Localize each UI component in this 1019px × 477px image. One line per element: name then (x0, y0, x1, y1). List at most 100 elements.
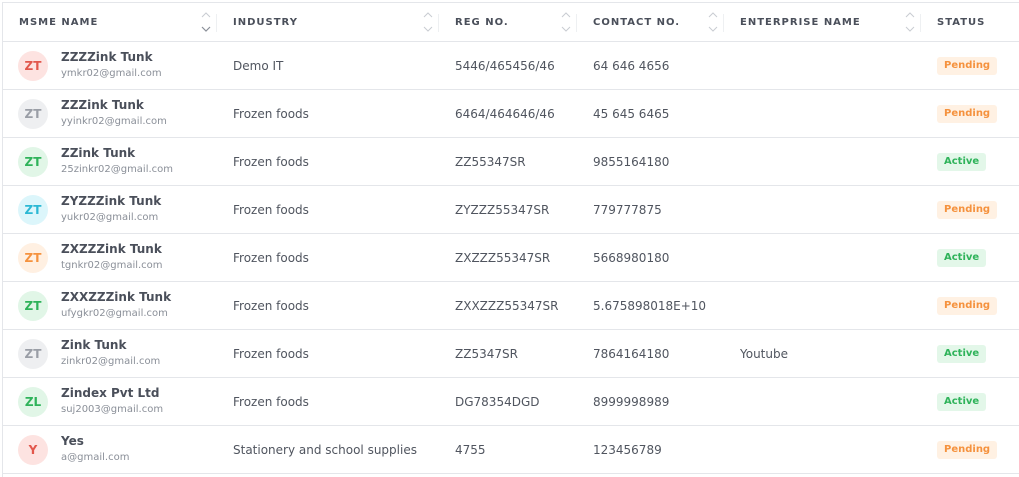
msme-email: yyinkr02@gmail.com (61, 116, 167, 127)
avatar: ZT (18, 194, 48, 225)
msme-name-cell: ZT ZZZZink Tunk ymkr02@gmail.com (3, 41, 217, 90)
column-header-label: REG NO. (455, 16, 509, 28)
sort-icon[interactable] (201, 8, 211, 36)
sort-descending-icon[interactable] (561, 26, 571, 32)
msme-name: ZZink Tunk (61, 146, 136, 160)
status-badge: Active (937, 152, 987, 171)
msme-email: tgnkr02@gmail.com (61, 260, 163, 271)
sort-descending-icon[interactable] (201, 26, 211, 32)
column-header-reg[interactable]: REG NO. (439, 3, 577, 42)
msme-name-text: ZXXZZZink Tunk ufygkr02@gmail.com (61, 290, 171, 321)
msme-name-wrap: ZL Zindex Pvt Ltd suj2003@gmail.com (18, 386, 217, 417)
sort-ascending-icon[interactable] (423, 12, 433, 18)
sort-icon[interactable] (423, 8, 433, 36)
avatar: ZT (18, 50, 48, 81)
status-cell: Active (921, 329, 1019, 378)
sort-icon[interactable] (905, 8, 915, 36)
column-header-name[interactable]: MSME NAME (3, 3, 217, 42)
status-cell: Pending (921, 89, 1019, 138)
msme-name-wrap: ZT ZXZZZink Tunk tgnkr02@gmail.com (18, 242, 217, 273)
reg-cell: ZXXZZZ55347SR (439, 281, 577, 330)
sort-descending-icon[interactable] (905, 26, 915, 32)
industry-cell: Frozen foods (217, 233, 439, 282)
reg-cell: ZZ5347SR (439, 329, 577, 378)
msme-name-cell: ZT ZYZZZink Tunk yukr02@gmail.com (3, 185, 217, 234)
table-row[interactable]: ZT ZYZZZink Tunk yukr02@gmail.com Frozen fo… (3, 185, 1019, 234)
status-badge: Pending (937, 200, 998, 219)
table-row[interactable]: ZT ZXZZZink Tunk tgnkr02@gmail.com Frozen f… (3, 233, 1019, 282)
enterprise-cell (724, 425, 921, 474)
status-badge: Pending (937, 104, 998, 123)
table-row[interactable]: ZT Zink Tunk zinkr02@gmail.com Frozen foods… (3, 329, 1019, 378)
status-badge: Pending (937, 296, 998, 315)
sort-ascending-icon[interactable] (905, 12, 915, 18)
avatar: ZL (18, 386, 48, 417)
contact-cell: 5668980180 (577, 233, 724, 282)
msme-name-wrap: ZT ZXXZZZink Tunk ufygkr02@gmail.com (18, 290, 217, 321)
column-header-inner: STATUS (921, 3, 1019, 41)
industry-cell: Stationery and school supplies (217, 425, 439, 474)
avatar: ZT (18, 98, 48, 129)
sort-descending-icon[interactable] (708, 26, 718, 32)
column-header-industry[interactable]: INDUSTRY (217, 3, 439, 42)
enterprise-cell (724, 137, 921, 186)
table-row[interactable]: ZL Zindex Pvt Ltd suj2003@gmail.com Frozen … (3, 377, 1019, 426)
status-cell: Pending (921, 185, 1019, 234)
sort-ascending-icon[interactable] (201, 12, 211, 18)
enterprise-cell (724, 281, 921, 330)
msme-name-text: ZZZZink Tunk ymkr02@gmail.com (61, 50, 162, 81)
msme-name-text: ZZZink Tunk yyinkr02@gmail.com (61, 98, 167, 129)
status-badge: Active (937, 344, 987, 363)
msme-name-cell: ZT Zink Tunk zinkr02@gmail.com (3, 329, 217, 378)
reg-cell: 4755 (439, 425, 577, 474)
msme-name: Zink Tunk (61, 338, 127, 352)
column-header-label: ENTERPRISE NAME (740, 16, 861, 28)
table-row[interactable]: ZT ZZZZink Tunk ymkr02@gmail.com Demo IT 544… (3, 41, 1019, 90)
table-header: MSME NAME INDUSTRY REG NO. CONTACT NO. ENTER… (3, 3, 1019, 42)
msme-name-wrap: ZT ZZZink Tunk yyinkr02@gmail.com (18, 98, 217, 129)
msme-name-cell: Y Yes a@gmail.com (3, 425, 217, 474)
status-badge: Pending (937, 440, 998, 459)
msme-name: Zindex Pvt Ltd (61, 386, 160, 400)
msme-table-container: MSME NAME INDUSTRY REG NO. CONTACT NO. ENTER… (2, 2, 1019, 477)
sort-ascending-icon[interactable] (561, 12, 571, 18)
msme-email: yukr02@gmail.com (61, 212, 159, 223)
enterprise-cell (724, 185, 921, 234)
table-row[interactable]: ZT ZZZink Tunk yyinkr02@gmail.com Frozen fo… (3, 89, 1019, 138)
msme-name-cell: ZT ZZink Tunk 25zinkr02@gmail.com (3, 137, 217, 186)
msme-name-wrap: ZT Zink Tunk zinkr02@gmail.com (18, 338, 217, 369)
enterprise-cell (724, 89, 921, 138)
enterprise-cell (724, 377, 921, 426)
msme-name: Yes (61, 434, 84, 448)
industry-cell: Frozen foods (217, 185, 439, 234)
column-header-status[interactable]: STATUS (921, 3, 1019, 42)
enterprise-cell (724, 41, 921, 90)
enterprise-cell (724, 233, 921, 282)
contact-cell: 7864164180 (577, 329, 724, 378)
column-header-label: STATUS (937, 16, 986, 28)
sort-ascending-icon[interactable] (708, 12, 718, 18)
msme-name-wrap: ZT ZZink Tunk 25zinkr02@gmail.com (18, 146, 217, 177)
status-cell: Active (921, 233, 1019, 282)
msme-name-cell: ZT ZXZZZink Tunk tgnkr02@gmail.com (3, 233, 217, 282)
column-header-contact[interactable]: CONTACT NO. (577, 3, 724, 42)
column-header-inner: CONTACT NO. (577, 3, 724, 41)
column-header-enterprise[interactable]: ENTERPRISE NAME (724, 3, 921, 42)
table-row[interactable]: ZT ZXXZZZink Tunk ufygkr02@gmail.com Frozen… (3, 281, 1019, 330)
avatar: Y (18, 434, 48, 465)
industry-cell: Frozen foods (217, 281, 439, 330)
column-header-inner: ENTERPRISE NAME (724, 3, 921, 41)
msme-name: ZXZZZink Tunk (61, 242, 162, 256)
status-badge: Active (937, 248, 987, 267)
column-header-label: INDUSTRY (233, 16, 298, 28)
sort-icon[interactable] (561, 8, 571, 36)
table-row[interactable]: ZT ZZink Tunk 25zinkr02@gmail.com Frozen fo… (3, 137, 1019, 186)
table-row[interactable]: Y Yes a@gmail.com Stationery and school sup… (3, 425, 1019, 474)
msme-email: a@gmail.com (61, 452, 130, 463)
sort-descending-icon[interactable] (423, 26, 433, 32)
msme-name-text: Yes a@gmail.com (61, 434, 129, 465)
sort-icon[interactable] (708, 8, 718, 36)
reg-cell: ZYZZZ55347SR (439, 185, 577, 234)
msme-name-text: Zink Tunk zinkr02@gmail.com (61, 338, 160, 369)
status-badge: Active (937, 392, 987, 411)
